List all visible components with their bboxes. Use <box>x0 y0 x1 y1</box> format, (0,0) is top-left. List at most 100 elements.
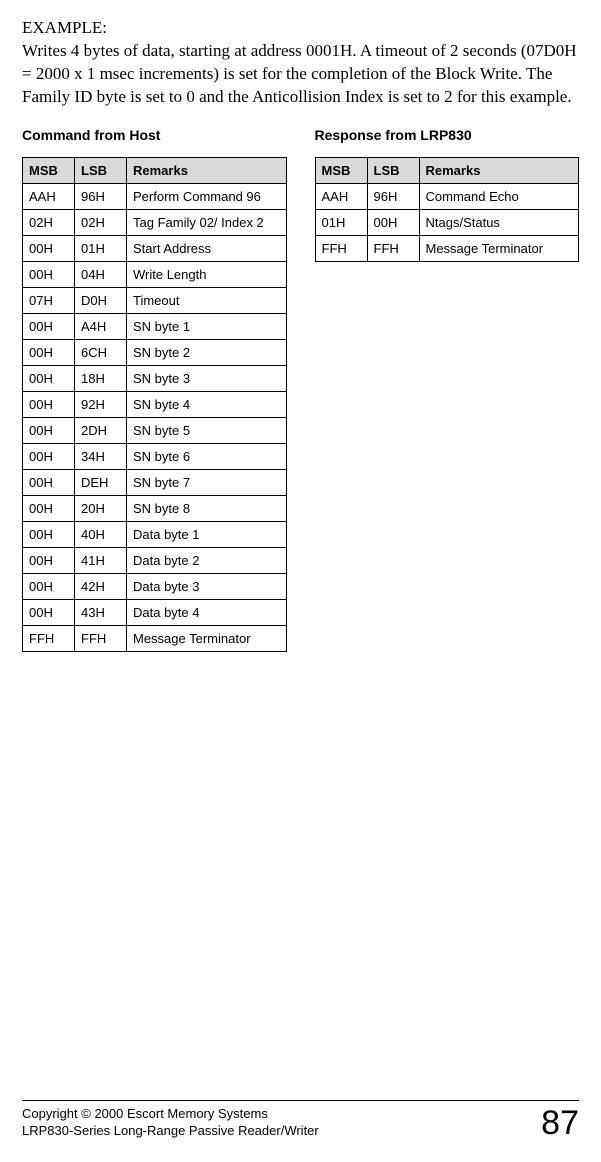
table-row: 00H40HData byte 1 <box>23 521 287 547</box>
cell-lsb: FFH <box>75 625 127 651</box>
cell-lsb: 6CH <box>75 339 127 365</box>
table-row: 00H42HData byte 3 <box>23 573 287 599</box>
table-row: 00H04HWrite Length <box>23 261 287 287</box>
cell-remarks: Ntags/Status <box>419 209 579 235</box>
table-row: 00H20HSN byte 8 <box>23 495 287 521</box>
cell-remarks: SN byte 4 <box>127 391 287 417</box>
table-row: 07HD0HTimeout <box>23 287 287 313</box>
cell-lsb: 96H <box>367 183 419 209</box>
cell-remarks: Write Length <box>127 261 287 287</box>
footer-rule <box>22 1100 579 1101</box>
table-header-row: MSB LSB Remarks <box>315 157 579 183</box>
cell-remarks: SN byte 6 <box>127 443 287 469</box>
cell-lsb: FFH <box>367 235 419 261</box>
cell-msb: 00H <box>23 365 75 391</box>
cell-msb: 00H <box>23 261 75 287</box>
table-row: 00H01HStart Address <box>23 235 287 261</box>
cell-lsb: 01H <box>75 235 127 261</box>
cell-remarks: Data byte 1 <box>127 521 287 547</box>
cell-lsb: 42H <box>75 573 127 599</box>
cell-msb: 01H <box>315 209 367 235</box>
response-table: MSB LSB Remarks AAH96HCommand Echo01H00H… <box>315 157 580 262</box>
cell-msb: 00H <box>23 495 75 521</box>
response-column: Response from LRP830 MSB LSB Remarks AAH… <box>315 127 580 262</box>
cell-remarks: Tag Family 02/ Index 2 <box>127 209 287 235</box>
cell-lsb: 43H <box>75 599 127 625</box>
page-number: 87 <box>541 1106 579 1140</box>
cell-remarks: SN byte 8 <box>127 495 287 521</box>
header-remarks: Remarks <box>127 157 287 183</box>
table-row: AAH96HCommand Echo <box>315 183 579 209</box>
table-row: 00H41HData byte 2 <box>23 547 287 573</box>
cell-remarks: Timeout <box>127 287 287 313</box>
columns: Command from Host MSB LSB Remarks AAH96H… <box>22 127 579 652</box>
table-row: AAH96HPerform Command 96 <box>23 183 287 209</box>
table-header-row: MSB LSB Remarks <box>23 157 287 183</box>
cell-remarks: Message Terminator <box>127 625 287 651</box>
cell-remarks: SN byte 2 <box>127 339 287 365</box>
cell-remarks: SN byte 5 <box>127 417 287 443</box>
table-row: 00H2DHSN byte 5 <box>23 417 287 443</box>
cell-remarks: Data byte 4 <box>127 599 287 625</box>
cell-remarks: Command Echo <box>419 183 579 209</box>
cell-remarks: SN byte 3 <box>127 365 287 391</box>
command-table: MSB LSB Remarks AAH96HPerform Command 96… <box>22 157 287 652</box>
cell-lsb: 00H <box>367 209 419 235</box>
cell-remarks: Data byte 2 <box>127 547 287 573</box>
cell-lsb: A4H <box>75 313 127 339</box>
cell-msb: FFH <box>315 235 367 261</box>
product-line: LRP830-Series Long-Range Passive Reader/… <box>22 1122 319 1140</box>
cell-lsb: 2DH <box>75 417 127 443</box>
cell-remarks: SN byte 1 <box>127 313 287 339</box>
cell-msb: 00H <box>23 235 75 261</box>
table-row: 00HDEHSN byte 7 <box>23 469 287 495</box>
header-msb: MSB <box>23 157 75 183</box>
cell-msb: 00H <box>23 391 75 417</box>
response-title: Response from LRP830 <box>315 127 580 143</box>
table-row: FFHFFHMessage Terminator <box>315 235 579 261</box>
cell-msb: 00H <box>23 443 75 469</box>
cell-remarks: Message Terminator <box>419 235 579 261</box>
cell-msb: 02H <box>23 209 75 235</box>
table-row: 00H34HSN byte 6 <box>23 443 287 469</box>
cell-lsb: DEH <box>75 469 127 495</box>
cell-lsb: 02H <box>75 209 127 235</box>
cell-msb: FFH <box>23 625 75 651</box>
table-row: 01H00HNtags/Status <box>315 209 579 235</box>
cell-remarks: Data byte 3 <box>127 573 287 599</box>
cell-lsb: 92H <box>75 391 127 417</box>
table-row: 00H43HData byte 4 <box>23 599 287 625</box>
page-footer: Copyright © 2000 Escort Memory Systems L… <box>22 1100 579 1140</box>
cell-lsb: 96H <box>75 183 127 209</box>
example-label: EXAMPLE: <box>22 18 579 38</box>
cell-msb: 00H <box>23 599 75 625</box>
cell-lsb: 20H <box>75 495 127 521</box>
cell-msb: AAH <box>315 183 367 209</box>
header-msb: MSB <box>315 157 367 183</box>
cell-lsb: 40H <box>75 521 127 547</box>
cell-msb: 00H <box>23 313 75 339</box>
example-paragraph: Writes 4 bytes of data, starting at addr… <box>22 40 579 109</box>
footer-text: Copyright © 2000 Escort Memory Systems L… <box>22 1105 319 1140</box>
cell-lsb: 41H <box>75 547 127 573</box>
cell-remarks: SN byte 7 <box>127 469 287 495</box>
header-lsb: LSB <box>367 157 419 183</box>
cell-msb: 07H <box>23 287 75 313</box>
cell-msb: 00H <box>23 521 75 547</box>
cell-msb: 00H <box>23 469 75 495</box>
table-row: FFHFFHMessage Terminator <box>23 625 287 651</box>
cell-lsb: 34H <box>75 443 127 469</box>
cell-msb: 00H <box>23 547 75 573</box>
cell-msb: 00H <box>23 417 75 443</box>
command-column: Command from Host MSB LSB Remarks AAH96H… <box>22 127 287 652</box>
table-row: 00H6CHSN byte 2 <box>23 339 287 365</box>
header-remarks: Remarks <box>419 157 579 183</box>
cell-remarks: Perform Command 96 <box>127 183 287 209</box>
copyright-line: Copyright © 2000 Escort Memory Systems <box>22 1105 319 1123</box>
cell-msb: 00H <box>23 573 75 599</box>
cell-lsb: D0H <box>75 287 127 313</box>
table-row: 00HA4HSN byte 1 <box>23 313 287 339</box>
table-row: 00H92HSN byte 4 <box>23 391 287 417</box>
cell-lsb: 18H <box>75 365 127 391</box>
table-row: 00H18HSN byte 3 <box>23 365 287 391</box>
